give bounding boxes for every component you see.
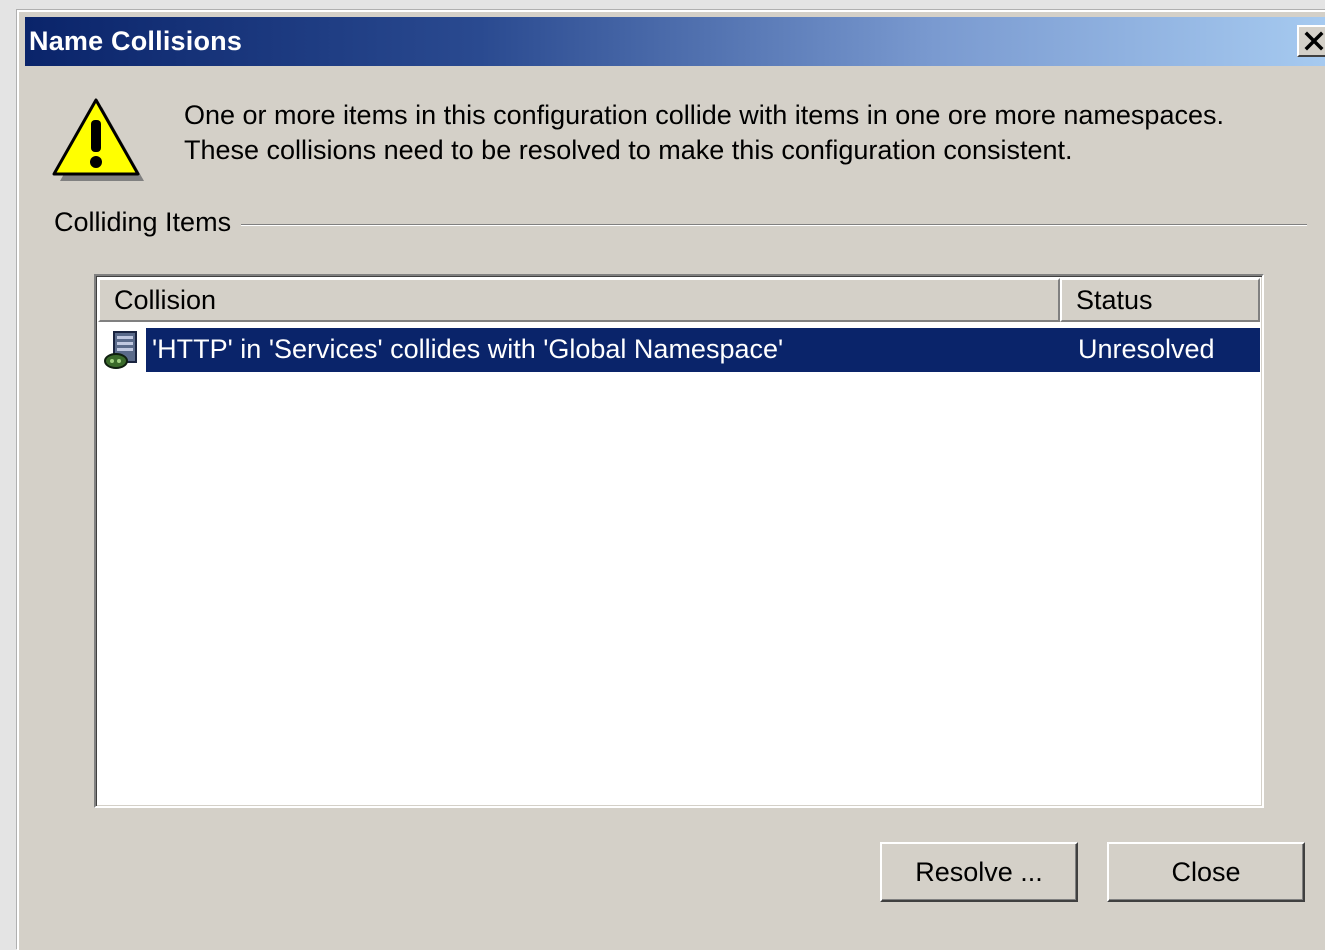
dialog-title: Name Collisions xyxy=(29,26,243,56)
server-item-icon xyxy=(104,331,137,369)
column-header-collision[interactable]: Collision xyxy=(98,278,1060,322)
group-divider xyxy=(237,224,1307,226)
list-item[interactable]: 'HTTP' in 'Services' collides with 'Glob… xyxy=(98,328,1260,372)
resolve-button[interactable]: Resolve ... xyxy=(880,842,1078,902)
message-line-2: These collisions need to be resolved to … xyxy=(184,135,1073,165)
message-line-1: One or more items in this configuration … xyxy=(184,100,1224,130)
close-button[interactable]: Close xyxy=(1107,842,1305,902)
name-collisions-dialog: Name Collisions One or more items in thi… xyxy=(17,10,1325,950)
column-header-status[interactable]: Status xyxy=(1060,278,1260,322)
title-bar[interactable]: Name Collisions xyxy=(25,17,1325,66)
title-close-button[interactable] xyxy=(1297,25,1325,57)
colliding-items-label: Colliding Items xyxy=(54,207,242,238)
collision-cell: 'HTTP' in 'Services' collides with 'Glob… xyxy=(152,334,784,364)
warning-message: One or more items in this configuration … xyxy=(184,98,1224,168)
warning-icon xyxy=(52,98,144,181)
collisions-list[interactable]: Collision Status 'HTTP' in 'Services' co… xyxy=(94,274,1264,808)
list-header: Collision Status xyxy=(98,278,1260,322)
close-icon xyxy=(1304,31,1324,51)
status-cell: Unresolved xyxy=(1078,334,1215,364)
